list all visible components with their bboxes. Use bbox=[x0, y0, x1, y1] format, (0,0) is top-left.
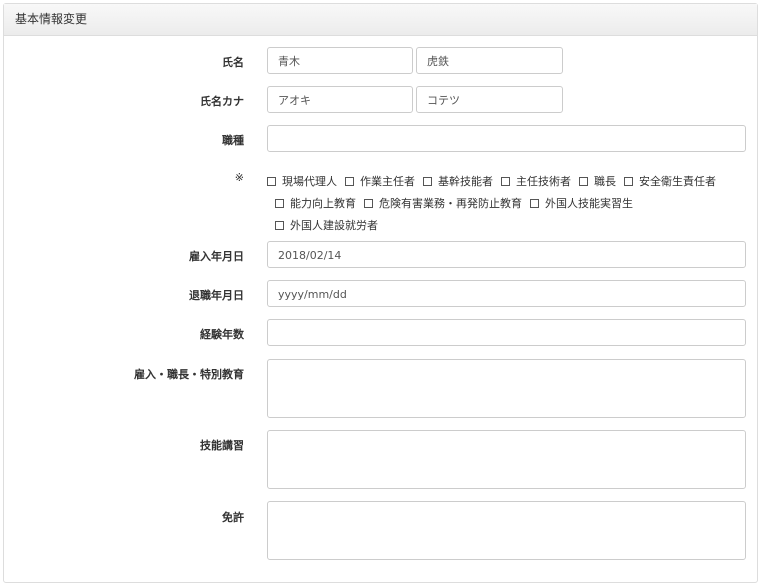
qualification-option[interactable]: 危険有害業務・再発防止教育 bbox=[364, 195, 522, 211]
skill-training-label: 技能講習 bbox=[200, 439, 244, 452]
qualification-label: 安全衛生責任者 bbox=[639, 175, 716, 188]
special-education-label: 雇入・職長・特別教育 bbox=[134, 368, 244, 381]
qualification-option[interactable]: 能力向上教育 bbox=[275, 195, 356, 211]
qualification-label: 職長 bbox=[594, 175, 616, 188]
license-label: 免許 bbox=[222, 511, 244, 524]
license-textarea[interactable] bbox=[267, 501, 746, 560]
qualification-label: 基幹技能者 bbox=[438, 175, 493, 188]
skill-training-textarea[interactable] bbox=[267, 430, 746, 489]
qualification-option[interactable]: 作業主任者 bbox=[345, 173, 415, 189]
special-education-textarea[interactable] bbox=[267, 359, 746, 418]
experience-years-label: 経験年数 bbox=[200, 328, 244, 341]
checkbox[interactable] bbox=[501, 176, 510, 186]
qualification-label: 作業主任者 bbox=[360, 175, 415, 188]
last-name-kana-input[interactable]: アオキ bbox=[267, 86, 413, 113]
retire-date-input[interactable]: yyyy/mm/dd bbox=[267, 280, 746, 307]
qualification-option[interactable]: 基幹技能者 bbox=[423, 173, 493, 189]
qualification-option[interactable]: 外国人建設就労者 bbox=[275, 217, 378, 233]
qualification-label: 外国人建設就労者 bbox=[290, 219, 378, 232]
hire-date-input[interactable]: 2018/02/14 bbox=[267, 241, 746, 268]
qualification-label: 外国人技能実習生 bbox=[545, 197, 633, 210]
last-name-input[interactable]: 青木 bbox=[267, 47, 413, 74]
kana-label: 氏名カナ bbox=[200, 95, 244, 108]
qualification-label: 能力向上教育 bbox=[290, 197, 356, 210]
panel-title: 基本情報変更 bbox=[4, 4, 757, 36]
name-label: 氏名 bbox=[222, 56, 244, 69]
first-name-kana-input[interactable]: コテツ bbox=[416, 86, 563, 113]
checkbox[interactable] bbox=[275, 220, 284, 230]
qualification-option[interactable]: 外国人技能実習生 bbox=[530, 195, 633, 211]
qualification-label: 現場代理人 bbox=[282, 175, 337, 188]
qualification-option[interactable]: 現場代理人 bbox=[267, 173, 337, 189]
qualifications-checkboxes: 現場代理人 作業主任者 基幹技能者 主任技術者 職長 安全衛生責任者 能力向上教… bbox=[267, 170, 747, 236]
job-type-input[interactable] bbox=[267, 125, 746, 152]
checkbox[interactable] bbox=[579, 176, 588, 186]
qualification-option[interactable]: 安全衛生責任者 bbox=[624, 173, 716, 189]
qualification-option[interactable]: 職長 bbox=[579, 173, 616, 189]
checkbox[interactable] bbox=[624, 176, 633, 186]
first-name-input[interactable]: 虎鉄 bbox=[416, 47, 563, 74]
checkbox[interactable] bbox=[345, 176, 354, 186]
qualifications-label: ※ bbox=[234, 171, 244, 184]
qualification-label: 危険有害業務・再発防止教育 bbox=[379, 197, 522, 210]
retire-date-label: 退職年月日 bbox=[189, 289, 244, 302]
job-type-label: 職種 bbox=[222, 134, 244, 147]
checkbox[interactable] bbox=[267, 176, 276, 186]
checkbox[interactable] bbox=[364, 198, 373, 208]
qualification-label: 主任技術者 bbox=[516, 175, 571, 188]
checkbox[interactable] bbox=[423, 176, 432, 186]
hire-date-label: 雇入年月日 bbox=[189, 250, 244, 263]
checkbox[interactable] bbox=[275, 198, 284, 208]
experience-years-input[interactable] bbox=[267, 319, 746, 346]
qualification-option[interactable]: 主任技術者 bbox=[501, 173, 571, 189]
checkbox[interactable] bbox=[530, 198, 539, 208]
